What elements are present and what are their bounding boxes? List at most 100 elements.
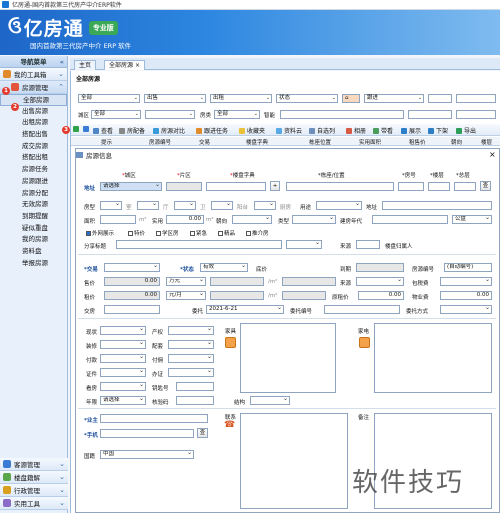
structure-select[interactable] — [250, 396, 290, 405]
sidebar-item[interactable]: 出租房源 — [0, 117, 67, 129]
col-area[interactable]: 实用面积 — [359, 138, 381, 146]
filter-extra-3[interactable] — [408, 110, 452, 119]
filter-scope[interactable]: 全部 ⌄ — [78, 94, 140, 103]
sidebar-item[interactable]: 搭配出售 — [0, 129, 67, 141]
nav-group-tools[interactable]: 实用工具 ⌄ — [0, 497, 68, 510]
rent-price-input[interactable]: 0.00 — [104, 291, 160, 300]
tab-all-listings[interactable]: 全部房源 × — [104, 60, 145, 70]
col-orientation[interactable]: 朝向 — [451, 138, 462, 146]
col-price[interactable]: 租售价 — [409, 138, 426, 146]
expire-input[interactable] — [356, 263, 404, 272]
rent-unit-select[interactable]: 元/月 — [166, 291, 206, 300]
source-select[interactable] — [356, 277, 404, 286]
toolbar-unlist[interactable]: 下架 — [428, 126, 448, 135]
property-fee-input[interactable]: 0.00 — [440, 291, 492, 300]
tab-home[interactable]: 主页 — [74, 60, 97, 70]
district-select[interactable]: 请选择 — [100, 182, 162, 191]
chk-recommend[interactable]: 推介房 — [246, 229, 269, 237]
toolbar-viewing[interactable]: 带看 — [373, 126, 393, 135]
sidebar-item[interactable]: 成交房源 — [0, 141, 67, 153]
tax-select[interactable] — [440, 277, 492, 286]
filter-extra-1[interactable] — [428, 94, 452, 103]
sidebar-item[interactable]: 到期提醒 — [0, 211, 67, 223]
nav-group-listings[interactable]: 房源管理 ⌃ — [0, 81, 67, 94]
nav-group-buildings[interactable]: 楼盘籍解 ⌄ — [0, 471, 68, 484]
rent-extra-input[interactable] — [282, 291, 326, 300]
appliances-area[interactable] — [374, 323, 492, 393]
appliances-icon[interactable] — [359, 337, 370, 348]
area-input[interactable] — [100, 215, 136, 224]
halls-select[interactable] — [137, 201, 159, 210]
filter-district[interactable]: 全部 ⌄ — [91, 110, 141, 119]
nav-group-admin[interactable]: 行政管理 ⌄ — [0, 484, 68, 497]
facilities-select[interactable] — [168, 340, 214, 349]
col-floor[interactable]: 楼层 — [481, 138, 492, 146]
add-building-button[interactable]: + — [270, 181, 280, 191]
filter-area[interactable]: ⌄ — [145, 110, 195, 119]
share-select[interactable] — [286, 240, 322, 249]
chk-special[interactable]: 特价 — [128, 229, 145, 237]
sale-unit-select[interactable]: 万元 — [166, 277, 206, 286]
build-year-input[interactable] — [372, 215, 448, 224]
sidebar-item[interactable]: 房源任务 — [0, 164, 67, 176]
building-position-input[interactable] — [286, 182, 394, 191]
filter-house-type[interactable]: 全部 ⌄ — [214, 110, 260, 119]
sidebar-item[interactable]: 我的房源 — [0, 234, 67, 246]
sidebar-item[interactable]: 全部房源 — [0, 94, 67, 106]
commission-select[interactable] — [168, 354, 214, 363]
toolbar-favorites[interactable]: 收藏夹 — [239, 126, 265, 135]
entrust-method-select[interactable] — [440, 305, 492, 314]
status-select[interactable]: 有效 — [200, 263, 248, 272]
nav-group-toolbox[interactable]: 我的工具箱 ⌄ — [0, 68, 67, 81]
public-select[interactable]: 公盘 — [452, 215, 492, 224]
payment-select[interactable] — [100, 354, 146, 363]
entrust-date-input[interactable]: 2021-6-21 — [206, 305, 284, 314]
filter-extra-2[interactable] — [456, 94, 496, 103]
zone-field[interactable] — [166, 182, 202, 191]
baths-select[interactable] — [174, 201, 196, 210]
col-trade[interactable]: 交易 — [199, 138, 210, 146]
key-no-input[interactable] — [176, 382, 214, 391]
sidebar-item[interactable]: 无效房源 — [0, 199, 67, 211]
col-hint[interactable]: 提示 — [101, 138, 112, 146]
filter-trade[interactable]: 出售 ⌄ — [144, 94, 206, 103]
furniture-icon[interactable] — [225, 337, 236, 348]
entrust-no-input[interactable] — [324, 305, 400, 314]
toolbar-view[interactable]: 查看 — [93, 126, 113, 135]
sidebar-item[interactable]: 资料盘 — [0, 246, 67, 258]
sidebar-item[interactable]: 搭配出租 — [0, 152, 67, 164]
search-building-button[interactable]: 查 — [480, 181, 491, 191]
unit-price-input[interactable] — [210, 277, 264, 286]
handover-input[interactable] — [104, 305, 160, 314]
col-id[interactable]: 房源编号 — [149, 138, 171, 146]
toolbar-followup-task[interactable]: 跟进任务 — [196, 126, 228, 135]
chk-school[interactable]: 学区房 — [156, 229, 179, 237]
trade-select[interactable] — [104, 263, 160, 272]
toolbar-cloud[interactable]: 资料云 — [276, 126, 302, 135]
sidebar-item[interactable]: 房源分配 — [0, 188, 67, 200]
orig-rent-input[interactable]: 0.00 — [358, 291, 404, 300]
sale-price-input[interactable]: 0.00 — [104, 277, 160, 286]
listing-no-field[interactable]: (自动编号) — [444, 263, 492, 272]
close-icon[interactable]: × — [489, 150, 496, 159]
sale-extra-input[interactable] — [282, 277, 336, 286]
sidebar-item[interactable]: 房源跟进 — [0, 176, 67, 188]
usable-area-input[interactable]: 0.00 — [166, 215, 204, 224]
filter-followup[interactable]: 跟进 ⌄ — [364, 94, 424, 103]
status-now-select[interactable] — [100, 326, 146, 335]
total-floors-input[interactable] — [454, 182, 476, 191]
orientation-select[interactable] — [232, 215, 272, 224]
processing-select[interactable] — [168, 368, 214, 377]
building-dict-input[interactable] — [206, 182, 266, 191]
col-building[interactable]: 楼盘字典 — [246, 138, 268, 146]
share-title-input[interactable] — [116, 240, 282, 249]
filter-status[interactable]: 状态 ⌄ — [276, 94, 338, 103]
add-icon[interactable] — [73, 126, 81, 132]
chk-featured[interactable]: 精品 — [218, 229, 235, 237]
rooms-select[interactable] — [100, 201, 122, 210]
smart-search-input[interactable] — [280, 110, 404, 119]
chk-online[interactable]: 外网展示 — [86, 229, 114, 237]
toolbar-match[interactable]: 房配备 — [119, 126, 145, 135]
chk-urgent[interactable]: 紧急 — [190, 229, 207, 237]
ownership-select[interactable] — [168, 326, 214, 335]
